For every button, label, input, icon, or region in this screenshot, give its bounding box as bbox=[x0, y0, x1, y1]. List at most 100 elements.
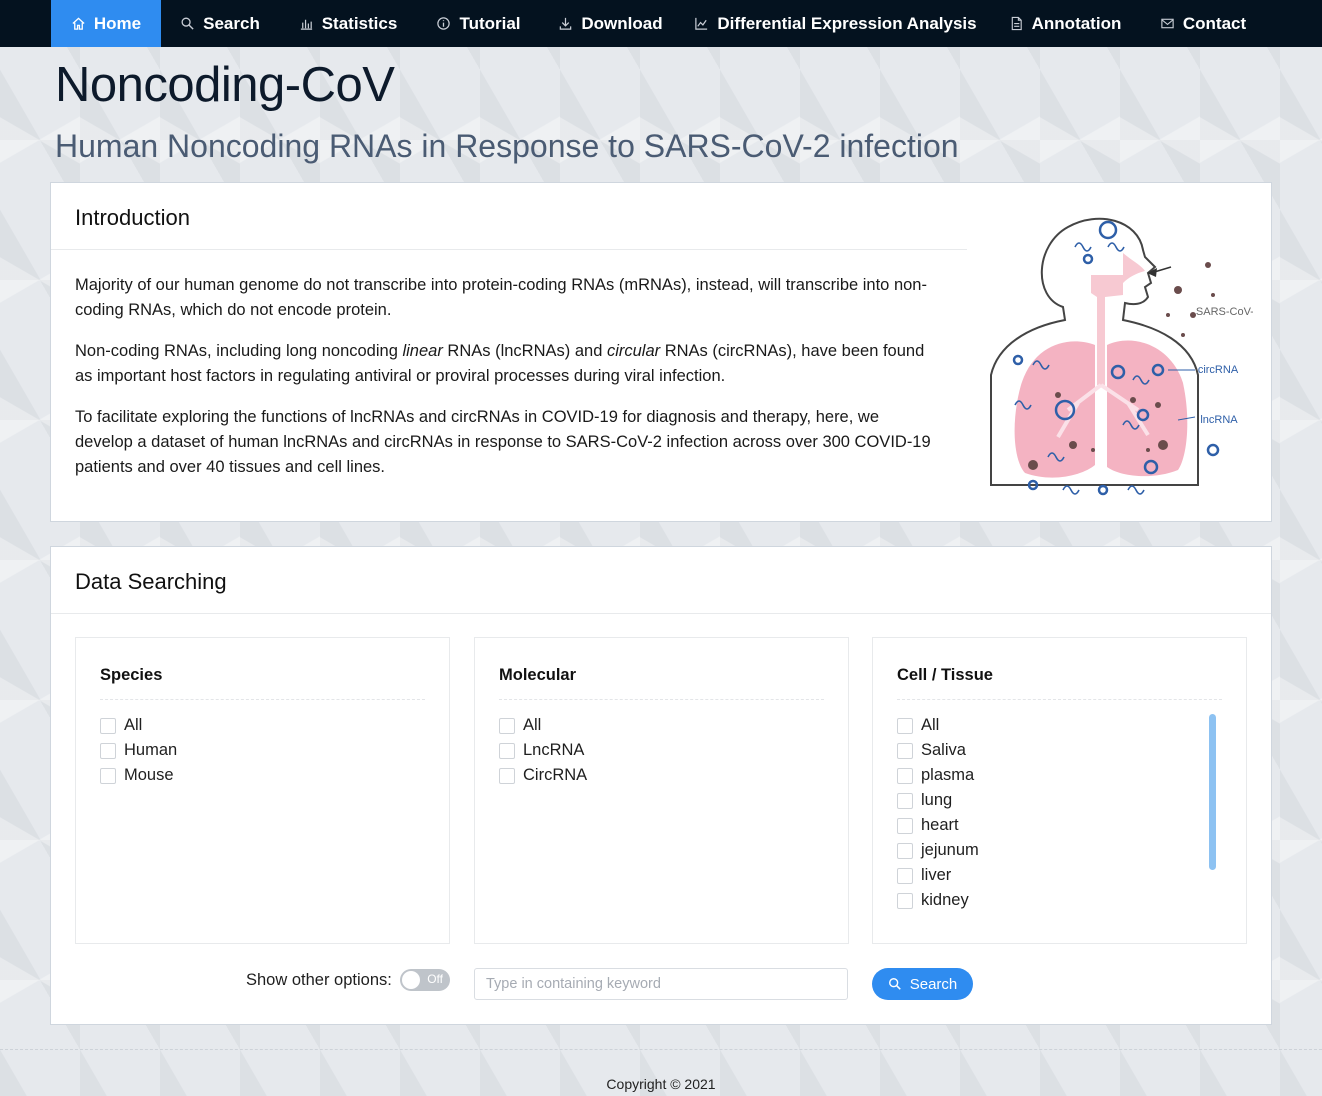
tissue-option-all[interactable]: All bbox=[897, 716, 939, 735]
checkbox[interactable] bbox=[897, 817, 913, 834]
checkbox[interactable] bbox=[100, 767, 116, 784]
species-separator bbox=[100, 699, 425, 700]
cell-tissue-title: Cell / Tissue bbox=[897, 666, 993, 684]
checkbox[interactable] bbox=[499, 742, 515, 759]
option-label: All bbox=[124, 716, 143, 734]
checkbox[interactable] bbox=[499, 717, 515, 734]
checkbox[interactable] bbox=[897, 842, 913, 859]
option-label: lung bbox=[921, 791, 953, 809]
tissue-option-heart[interactable]: heart bbox=[897, 816, 959, 835]
top-navbar: Home Search Statistics Tutorial Download… bbox=[0, 0, 1322, 47]
species-option-human[interactable]: Human bbox=[100, 741, 177, 760]
option-label: All bbox=[523, 716, 542, 734]
search-icon bbox=[888, 978, 901, 990]
nav-contact-label: Contact bbox=[1182, 13, 1247, 33]
option-label: All bbox=[921, 716, 940, 734]
human-respiratory-illustration: SARS-CoV-2 circRNA lncRNA bbox=[990, 217, 1253, 496]
toggle-state-text: Off bbox=[427, 972, 443, 986]
option-label: Human bbox=[124, 741, 178, 759]
nav-download-label: Download bbox=[581, 13, 663, 33]
data-searching-title: Data Searching bbox=[75, 569, 227, 594]
option-label: Saliva bbox=[921, 741, 966, 759]
search-button-label: Search bbox=[909, 975, 958, 993]
option-label: Mouse bbox=[124, 766, 174, 784]
checkbox[interactable] bbox=[897, 867, 913, 884]
checkbox[interactable] bbox=[897, 767, 913, 784]
bar-chart-icon bbox=[300, 19, 312, 30]
tissue-scrollbar[interactable] bbox=[1209, 714, 1216, 870]
nav-download[interactable]: Download bbox=[540, 0, 681, 47]
introduction-title: Introduction bbox=[75, 205, 190, 230]
nav-search[interactable]: Search bbox=[161, 0, 279, 47]
download-icon bbox=[560, 17, 572, 30]
molecular-separator bbox=[499, 699, 824, 700]
checkbox[interactable] bbox=[897, 742, 913, 759]
site-subtitle: Human Noncoding RNAs in Response to SARS… bbox=[55, 128, 959, 164]
label-lncrna: lncRNA bbox=[1200, 414, 1238, 426]
intro-p2-text-b: RNAs (lncRNAs) and bbox=[442, 342, 607, 360]
document-icon bbox=[1011, 16, 1022, 31]
tissue-option-kidney[interactable]: kidney bbox=[897, 891, 969, 910]
molecular-filter: Molecular All LncRNA CircRNA bbox=[474, 637, 849, 944]
species-option-all[interactable]: All bbox=[100, 716, 142, 735]
tissue-option-plasma[interactable]: plasma bbox=[897, 766, 974, 785]
info-icon bbox=[437, 17, 451, 30]
footer-divider bbox=[0, 1049, 1322, 1050]
nav-home[interactable]: Home bbox=[51, 0, 161, 47]
checkbox[interactable] bbox=[897, 792, 913, 809]
data-searching-divider bbox=[51, 613, 1271, 614]
label-sars-cov-2: SARS-CoV-2 bbox=[1196, 306, 1253, 318]
label-circrna: circRNA bbox=[1198, 364, 1239, 376]
nav-tutorial[interactable]: Tutorial bbox=[417, 0, 540, 47]
toggle-knob bbox=[402, 971, 420, 989]
mail-icon bbox=[1161, 18, 1174, 29]
site-title: Noncoding-CoV bbox=[55, 58, 395, 112]
introduction-card: Introduction Majority of our human genom… bbox=[50, 182, 1272, 522]
option-label: kidney bbox=[921, 891, 969, 909]
molecular-option-circrna[interactable]: CircRNA bbox=[499, 766, 587, 785]
keyword-search-input[interactable] bbox=[474, 968, 848, 1000]
molecular-option-lncrna[interactable]: LncRNA bbox=[499, 741, 584, 760]
species-title: Species bbox=[100, 666, 163, 684]
checkbox[interactable] bbox=[100, 717, 116, 734]
cell-tissue-filter: Cell / Tissue All Saliva plasma lung hea… bbox=[872, 637, 1247, 944]
nav-statistics-label: Statistics bbox=[321, 13, 398, 33]
search-icon bbox=[181, 17, 194, 30]
tissue-option-liver[interactable]: liver bbox=[897, 866, 951, 885]
tissue-option-saliva[interactable]: Saliva bbox=[897, 741, 966, 760]
nav-annotation-label: Annotation bbox=[1031, 13, 1122, 33]
nav-home-label: Home bbox=[93, 13, 142, 33]
show-other-options-toggle[interactable]: Off bbox=[400, 969, 450, 991]
option-label: CircRNA bbox=[523, 766, 588, 784]
intro-p2-emphasis-circular: circular bbox=[606, 342, 661, 360]
checkbox[interactable] bbox=[897, 892, 913, 909]
option-label: jejunum bbox=[921, 841, 979, 859]
species-option-mouse[interactable]: Mouse bbox=[100, 766, 174, 785]
nav-statistics[interactable]: Statistics bbox=[279, 0, 417, 47]
home-icon bbox=[72, 17, 85, 30]
intro-paragraph-3: To facilitate exploring the functions of… bbox=[75, 408, 931, 476]
checkbox[interactable] bbox=[100, 742, 116, 759]
nav-contact[interactable]: Contact bbox=[1140, 0, 1266, 47]
nav-differential-expression[interactable]: Differential Expression Analysis bbox=[681, 0, 990, 47]
tissue-option-lung[interactable]: lung bbox=[897, 791, 952, 810]
nav-tutorial-label: Tutorial bbox=[459, 13, 521, 33]
checkbox[interactable] bbox=[897, 717, 913, 734]
introduction-divider bbox=[51, 249, 967, 250]
line-chart-icon bbox=[695, 17, 708, 30]
molecular-option-all[interactable]: All bbox=[499, 716, 541, 735]
species-filter: Species All Human Mouse bbox=[75, 637, 450, 944]
option-label: heart bbox=[921, 816, 959, 834]
nav-differential-expression-label: Differential Expression Analysis bbox=[717, 13, 977, 33]
intro-p2-emphasis-linear: linear bbox=[402, 342, 443, 360]
nav-search-label: Search bbox=[203, 13, 260, 33]
nav-annotation[interactable]: Annotation bbox=[990, 0, 1140, 47]
intro-paragraph-1: Majority of our human genome do not tran… bbox=[75, 276, 927, 319]
intro-paragraph-2: Non-coding RNAs, including long noncodin… bbox=[75, 339, 937, 389]
intro-p2-text-a: Non-coding RNAs, including long noncodin… bbox=[75, 342, 403, 360]
checkbox[interactable] bbox=[499, 767, 515, 784]
search-button[interactable]: Search bbox=[872, 968, 973, 1000]
option-label: plasma bbox=[921, 766, 975, 784]
option-label: LncRNA bbox=[523, 741, 585, 759]
tissue-option-jejunum[interactable]: jejunum bbox=[897, 841, 979, 860]
